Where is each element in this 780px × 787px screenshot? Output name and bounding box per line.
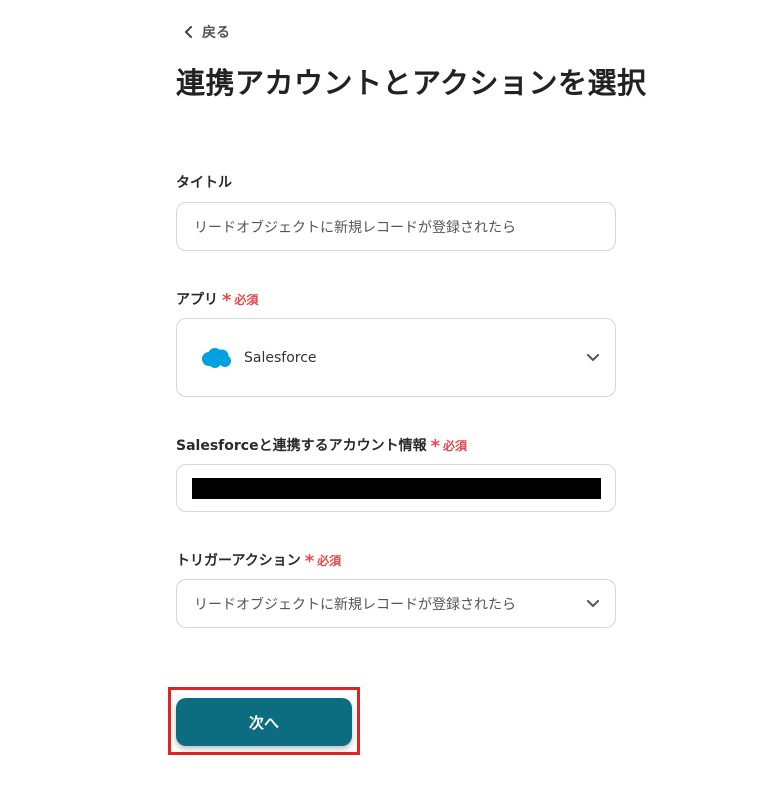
back-link[interactable]: 戻る bbox=[182, 22, 230, 42]
title-input[interactable]: リードオブジェクトに新規レコードが登録されたら bbox=[176, 202, 616, 251]
app-select-value: Salesforce bbox=[244, 349, 317, 366]
salesforce-cloud-icon bbox=[200, 347, 232, 369]
back-label: 戻る bbox=[202, 25, 230, 41]
required-text: 必須 bbox=[317, 553, 342, 568]
app-select[interactable]: Salesforce bbox=[176, 318, 616, 397]
trigger-field-label: トリガーアクション * 必須 bbox=[176, 550, 342, 572]
page-title: 連携アカウントとアクションを選択 bbox=[176, 66, 647, 100]
trigger-action-select[interactable]: リードオブジェクトに新規レコードが登録されたら bbox=[176, 579, 616, 628]
chevron-down-icon bbox=[585, 350, 601, 366]
app-label: アプリ bbox=[176, 292, 218, 308]
account-field-label: Salesforceと連携するアカウント情報 * 必須 bbox=[176, 435, 468, 457]
required-badge: * 必須 bbox=[222, 290, 259, 311]
next-button[interactable]: 次へ bbox=[176, 698, 352, 746]
asterisk-icon: * bbox=[304, 551, 315, 572]
title-input-value: リードオブジェクトに新規レコードが登録されたら bbox=[194, 219, 516, 236]
required-badge: * 必須 bbox=[430, 436, 468, 457]
required-text: 必須 bbox=[443, 438, 468, 453]
asterisk-icon: * bbox=[430, 436, 440, 457]
account-select[interactable] bbox=[176, 464, 616, 512]
app-field-label: アプリ * 必須 bbox=[176, 289, 259, 311]
trigger-label: トリガーアクション bbox=[176, 553, 301, 569]
title-field-label: タイトル bbox=[176, 172, 232, 192]
redacted-account-value bbox=[192, 478, 601, 499]
asterisk-icon: * bbox=[222, 290, 232, 311]
trigger-select-value: リードオブジェクトに新規レコードが登録されたら bbox=[194, 596, 516, 613]
required-text: 必須 bbox=[234, 292, 259, 307]
chevron-left-icon bbox=[182, 25, 196, 39]
title-label: タイトル bbox=[176, 175, 232, 191]
chevron-down-icon bbox=[585, 596, 601, 612]
account-label: Salesforceと連携するアカウント情報 bbox=[176, 438, 427, 454]
required-badge: * 必須 bbox=[304, 551, 342, 572]
